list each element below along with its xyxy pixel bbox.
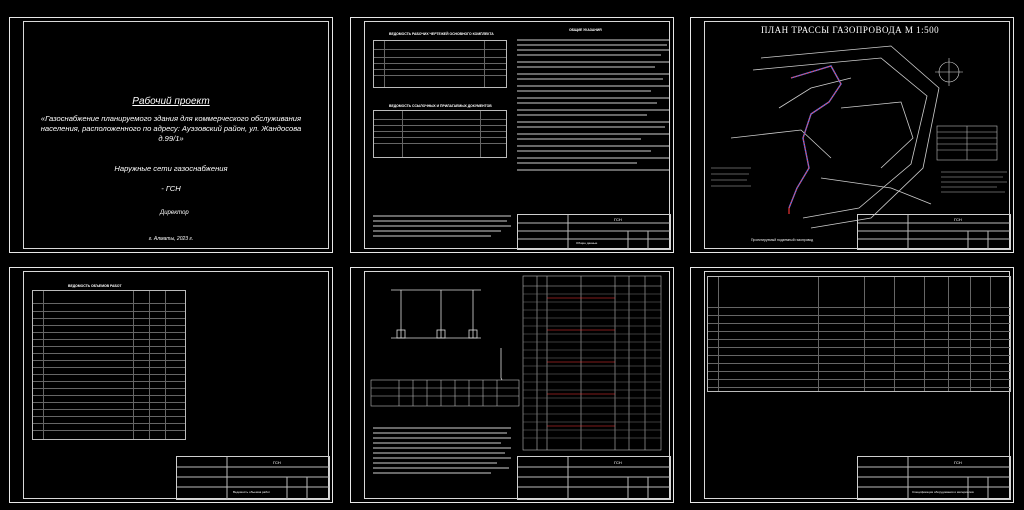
title-block: ГСН Спецификация оборудования и материал… [857, 456, 1011, 500]
cover-sheet[interactable]: Рабочий проект «Газоснабжение планируемо… [9, 17, 333, 253]
title-block: ГСН [857, 214, 1011, 250]
work-volumes-table [32, 290, 186, 440]
route-plan-sheet[interactable]: ПЛАН ТРАССЫ ГАЗОПРОВОДА М 1:500 Проектир… [690, 17, 1014, 253]
title-block: ГСН Общие данные [517, 214, 671, 250]
work-volumes-title: ВЕДОМОСТЬ ОБЪЕМОВ РАБОТ [68, 284, 122, 288]
cover-title: Рабочий проект [132, 96, 210, 107]
cover-subject: «Газоснабжение планируемого здания для к… [40, 114, 302, 143]
drawing-code: ГСН [273, 460, 281, 465]
drawing-code: ГСН [614, 460, 622, 465]
general-data-sheet[interactable]: ВЕДОМОСТЬ РАБОЧИХ ЧЕРТЕЖЕЙ ОСНОВНОГО КОМ… [350, 17, 674, 253]
work-volumes-sheet[interactable]: ВЕДОМОСТЬ ОБЪЕМОВ РАБОТ ГСН Ведомость об… [9, 267, 333, 503]
legend-caption: Проектируемый подземный газопровод [751, 238, 814, 242]
specification-sheet[interactable]: ГСН Спецификация оборудования и материал… [690, 267, 1014, 503]
specification-table [707, 276, 1011, 392]
sheet-caption: Ведомость объемов работ [233, 490, 271, 494]
cover-code: - ГСН [161, 184, 181, 193]
drawing-code: ГСН [614, 217, 622, 222]
sheet-caption: Общие данные [576, 241, 598, 245]
profile-sheet[interactable]: ГСН [350, 267, 674, 503]
cover-director: Директор [160, 210, 189, 216]
drawing-code: ГСН [954, 460, 962, 465]
title-block: ГСН [517, 456, 671, 500]
cover-section: Наружные сети газоснабжения [114, 164, 228, 173]
sheet-caption: Спецификация оборудования и материалов [912, 490, 974, 494]
drawing-code: ГСН [954, 217, 962, 222]
cover-city-year: г. Алматы, 2023 г. [148, 236, 194, 242]
title-block: ГСН Ведомость объемов работ [176, 456, 330, 500]
